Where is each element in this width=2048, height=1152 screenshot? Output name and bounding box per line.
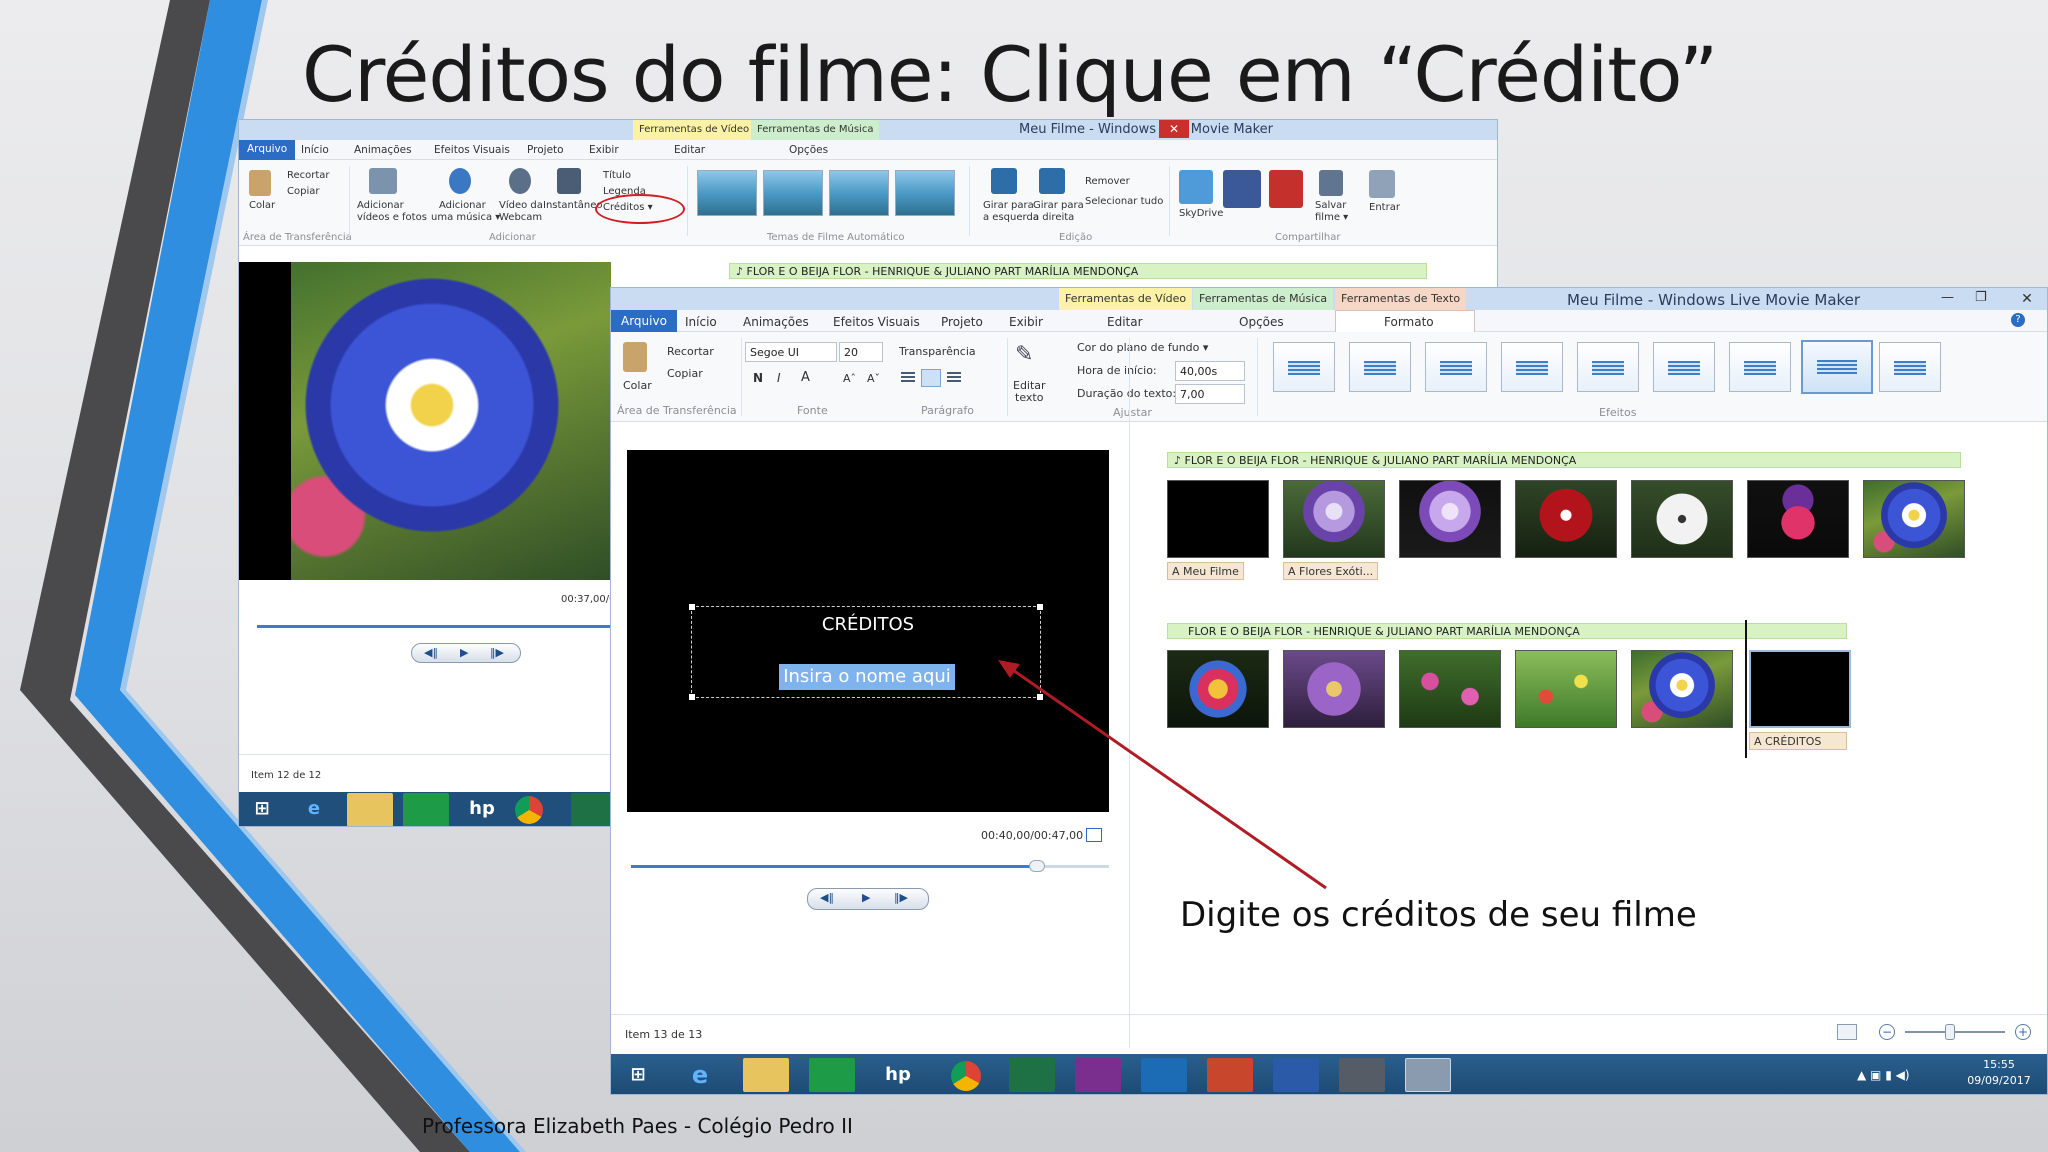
annotation-arrow xyxy=(998,660,1327,890)
instruction-caption: Digite os créditos de seu filme xyxy=(1180,895,1697,935)
slide-footer: Professora Elizabeth Paes - Colégio Pedr… xyxy=(422,1114,853,1138)
